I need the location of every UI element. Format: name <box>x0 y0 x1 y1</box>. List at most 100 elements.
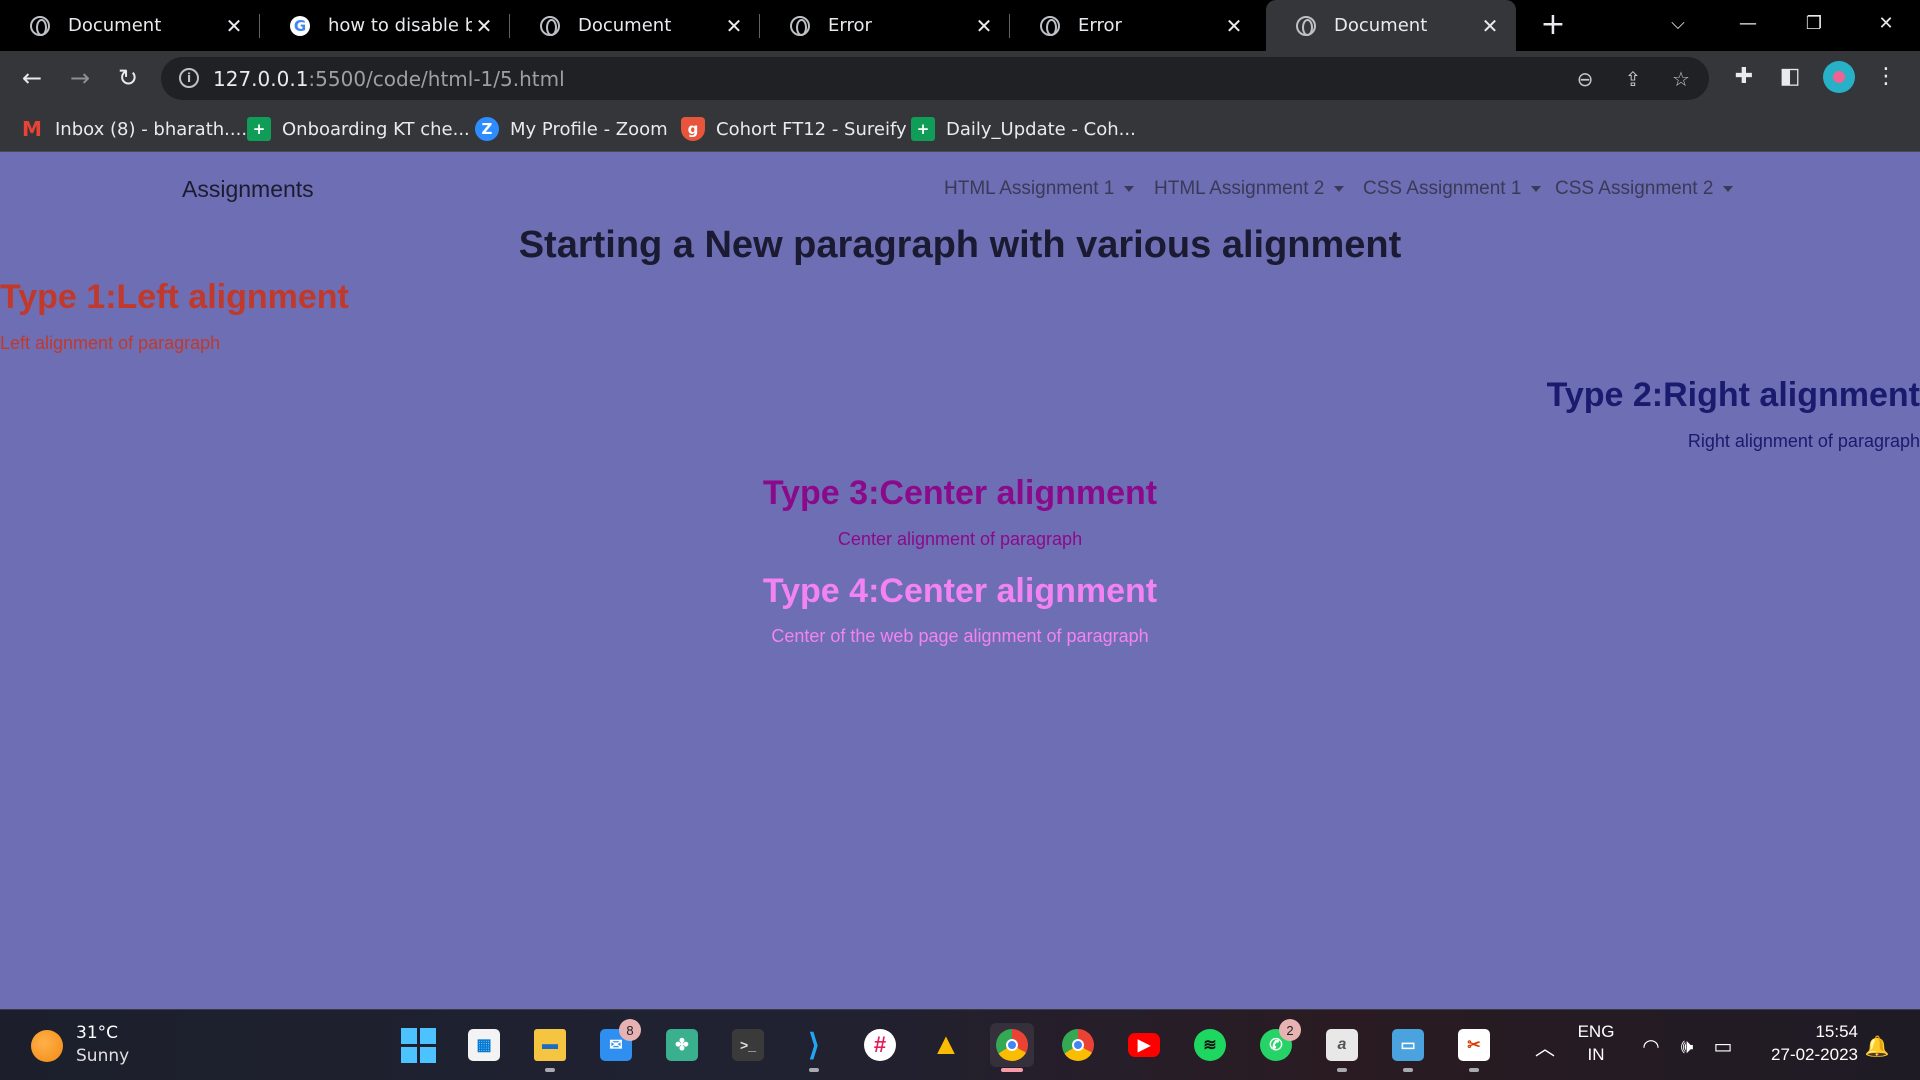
chrome-icon[interactable] <box>990 1023 1034 1072</box>
mail-icon[interactable]: ✉ 8 <box>594 1019 641 1067</box>
close-icon[interactable]: ✕ <box>722 14 746 38</box>
caret-down-icon <box>1124 186 1135 192</box>
bookmark-daily-update[interactable]: + Daily_Update - Coh... <box>911 116 1136 142</box>
navbar-brand[interactable]: Assignments <box>182 176 314 203</box>
bookmark-cohort[interactable]: g Cohort FT12 - Sureify <box>681 116 907 142</box>
share-icon[interactable]: ⇪ <box>1619 65 1647 93</box>
sheets-icon: + <box>247 117 271 141</box>
tab-document-2[interactable]: Document ✕ <box>510 0 760 51</box>
forward-arrow-icon[interactable]: → <box>62 60 98 96</box>
chrome-profile-icon[interactable] <box>1056 1023 1100 1067</box>
whatsapp-badge: 2 <box>1279 1019 1301 1041</box>
sun-icon[interactable] <box>31 1030 63 1062</box>
tab-search-chevron-icon[interactable]: ⌵ <box>1650 0 1706 46</box>
address-bar[interactable]: i 127.0.0.1:5500/code/html-1/5.html ⊖ ⇪ … <box>161 57 1709 100</box>
type1-paragraph: Left alignment of paragraph <box>0 333 221 353</box>
globe-icon <box>1296 15 1316 36</box>
back-arrow-icon[interactable]: ← <box>14 60 50 96</box>
url-host: 127.0.0.1 <box>213 67 309 91</box>
bookmark-label: Cohort FT12 - Sureify <box>716 118 907 140</box>
google-icon: G <box>290 15 310 36</box>
nav-label: HTML Assignment 2 <box>1154 178 1325 199</box>
close-icon[interactable]: ✕ <box>1478 14 1502 38</box>
start-windows-icon[interactable] <box>396 1023 440 1067</box>
tab-title: Error <box>828 15 872 36</box>
bookmark-label: Inbox (8) - bharath.... <box>55 118 248 140</box>
clock-time[interactable]: 15:54 <box>1752 1022 1858 1042</box>
type2-heading: Type 2:Right alignment <box>1546 376 1920 414</box>
close-icon[interactable]: ✕ <box>472 14 496 38</box>
running-indicator <box>1337 1068 1347 1072</box>
bookmark-onboarding[interactable]: + Onboarding KT che... <box>247 116 470 142</box>
bookmark-star-icon[interactable]: ☆ <box>1667 65 1695 93</box>
youtube-icon[interactable]: ▶ <box>1122 1023 1166 1067</box>
new-tab-button[interactable]: + <box>1536 8 1570 42</box>
zoom-icon: Z <box>475 117 499 141</box>
volume-icon[interactable]: 🕪 <box>1674 1034 1700 1058</box>
tab-document-1[interactable]: Document ✕ <box>0 0 260 51</box>
reload-icon[interactable]: ↻ <box>110 60 146 96</box>
snipping-tool-icon[interactable]: ✂ <box>1452 1023 1496 1072</box>
close-icon[interactable]: ✕ <box>222 14 246 38</box>
type2-paragraph: Right alignment of paragraph <box>1687 431 1920 451</box>
type4-heading: Type 4:Center alignment <box>762 572 1158 610</box>
nav-dropdown-css-2[interactable]: CSS Assignment 2 <box>1555 178 1734 200</box>
whatsapp-icon[interactable]: ✆ 2 <box>1254 1019 1301 1067</box>
menu-kebab-icon[interactable]: ⋮ <box>1870 60 1902 92</box>
tab-title: how to disable boo <box>328 15 472 36</box>
language-indicator[interactable]: ENG <box>1574 1022 1618 1042</box>
close-icon[interactable]: ✕ <box>972 14 996 38</box>
vscode-icon[interactable]: ⟩ <box>792 1023 836 1072</box>
tab-google-search[interactable]: G how to disable boo ✕ <box>260 0 510 51</box>
url-text[interactable]: 127.0.0.1:5500/code/html-1/5.html <box>213 67 565 91</box>
window-close-icon[interactable]: ✕ <box>1858 0 1914 46</box>
battery-icon[interactable]: ▭ <box>1710 1034 1736 1058</box>
chevron-up-icon[interactable]: ︿ <box>1532 1034 1558 1060</box>
shield-icon: g <box>681 117 705 141</box>
weather-temperature[interactable]: 31°C <box>76 1023 118 1043</box>
weather-description[interactable]: Sunny <box>76 1046 129 1066</box>
terminal-icon[interactable]: >_ <box>726 1023 770 1067</box>
restore-icon[interactable]: ❐ <box>1786 0 1842 46</box>
nav-dropdown-html-2[interactable]: HTML Assignment 2 <box>1154 178 1345 200</box>
widgets-icon[interactable]: ✤ <box>660 1023 704 1067</box>
notification-bell-icon[interactable]: 🔔 <box>1864 1034 1890 1058</box>
bookmark-zoom[interactable]: Z My Profile - Zoom <box>475 116 668 142</box>
side-panel-icon[interactable]: ◧ <box>1774 60 1806 92</box>
gmail-icon: M <box>22 117 42 141</box>
language-region[interactable]: IN <box>1574 1045 1618 1065</box>
tab-title: Document <box>578 15 672 36</box>
signature-app-icon[interactable]: a <box>1320 1023 1364 1072</box>
wifi-icon[interactable]: ◠ <box>1638 1034 1664 1058</box>
globe-icon <box>30 15 50 36</box>
extensions-puzzle-icon[interactable]: ✚ <box>1728 60 1760 92</box>
store-icon[interactable]: ▦ <box>462 1023 506 1067</box>
minimize-icon[interactable]: — <box>1720 0 1776 46</box>
globe-icon <box>540 15 560 36</box>
clock-date[interactable]: 27-02-2023 <box>1752 1045 1858 1065</box>
spotify-icon[interactable]: ≋ <box>1188 1023 1232 1067</box>
running-indicator <box>545 1068 555 1072</box>
tab-document-active[interactable]: Document ✕ <box>1266 0 1516 51</box>
slack-icon[interactable]: # <box>858 1023 902 1067</box>
site-info-icon[interactable]: i <box>179 68 199 88</box>
remote-desktop-icon[interactable]: ▭ <box>1386 1023 1430 1072</box>
bookmark-label: My Profile - Zoom <box>510 118 668 140</box>
tab-error-1[interactable]: Error ✕ <box>760 0 1010 51</box>
caret-down-icon <box>1723 186 1734 192</box>
caret-down-icon <box>1334 186 1345 192</box>
tab-title: Error <box>1078 15 1122 36</box>
nav-dropdown-css-1[interactable]: CSS Assignment 1 <box>1363 178 1542 200</box>
close-icon[interactable]: ✕ <box>1222 14 1246 38</box>
tab-error-2[interactable]: Error ✕ <box>1010 0 1260 51</box>
zoom-out-icon[interactable]: ⊖ <box>1571 65 1599 93</box>
profile-avatar[interactable] <box>1823 61 1855 93</box>
file-explorer-icon[interactable]: ▬ <box>528 1023 572 1072</box>
globe-icon <box>1040 15 1060 36</box>
tab-strip: Document ✕ G how to disable boo ✕ Docume… <box>0 0 1920 51</box>
tab-title: Document <box>1334 15 1428 36</box>
google-drive-icon[interactable]: ▲ <box>924 1023 968 1067</box>
bookmark-inbox[interactable]: M Inbox (8) - bharath.... <box>20 116 247 142</box>
windows-taskbar: 31°C Sunny ▦ ▬ ✉ 8 ✤ >_ ⟩ # ▲ ▶ ≋ ✆ 2 a … <box>0 1009 1920 1080</box>
nav-dropdown-html-1[interactable]: HTML Assignment 1 <box>944 178 1135 200</box>
